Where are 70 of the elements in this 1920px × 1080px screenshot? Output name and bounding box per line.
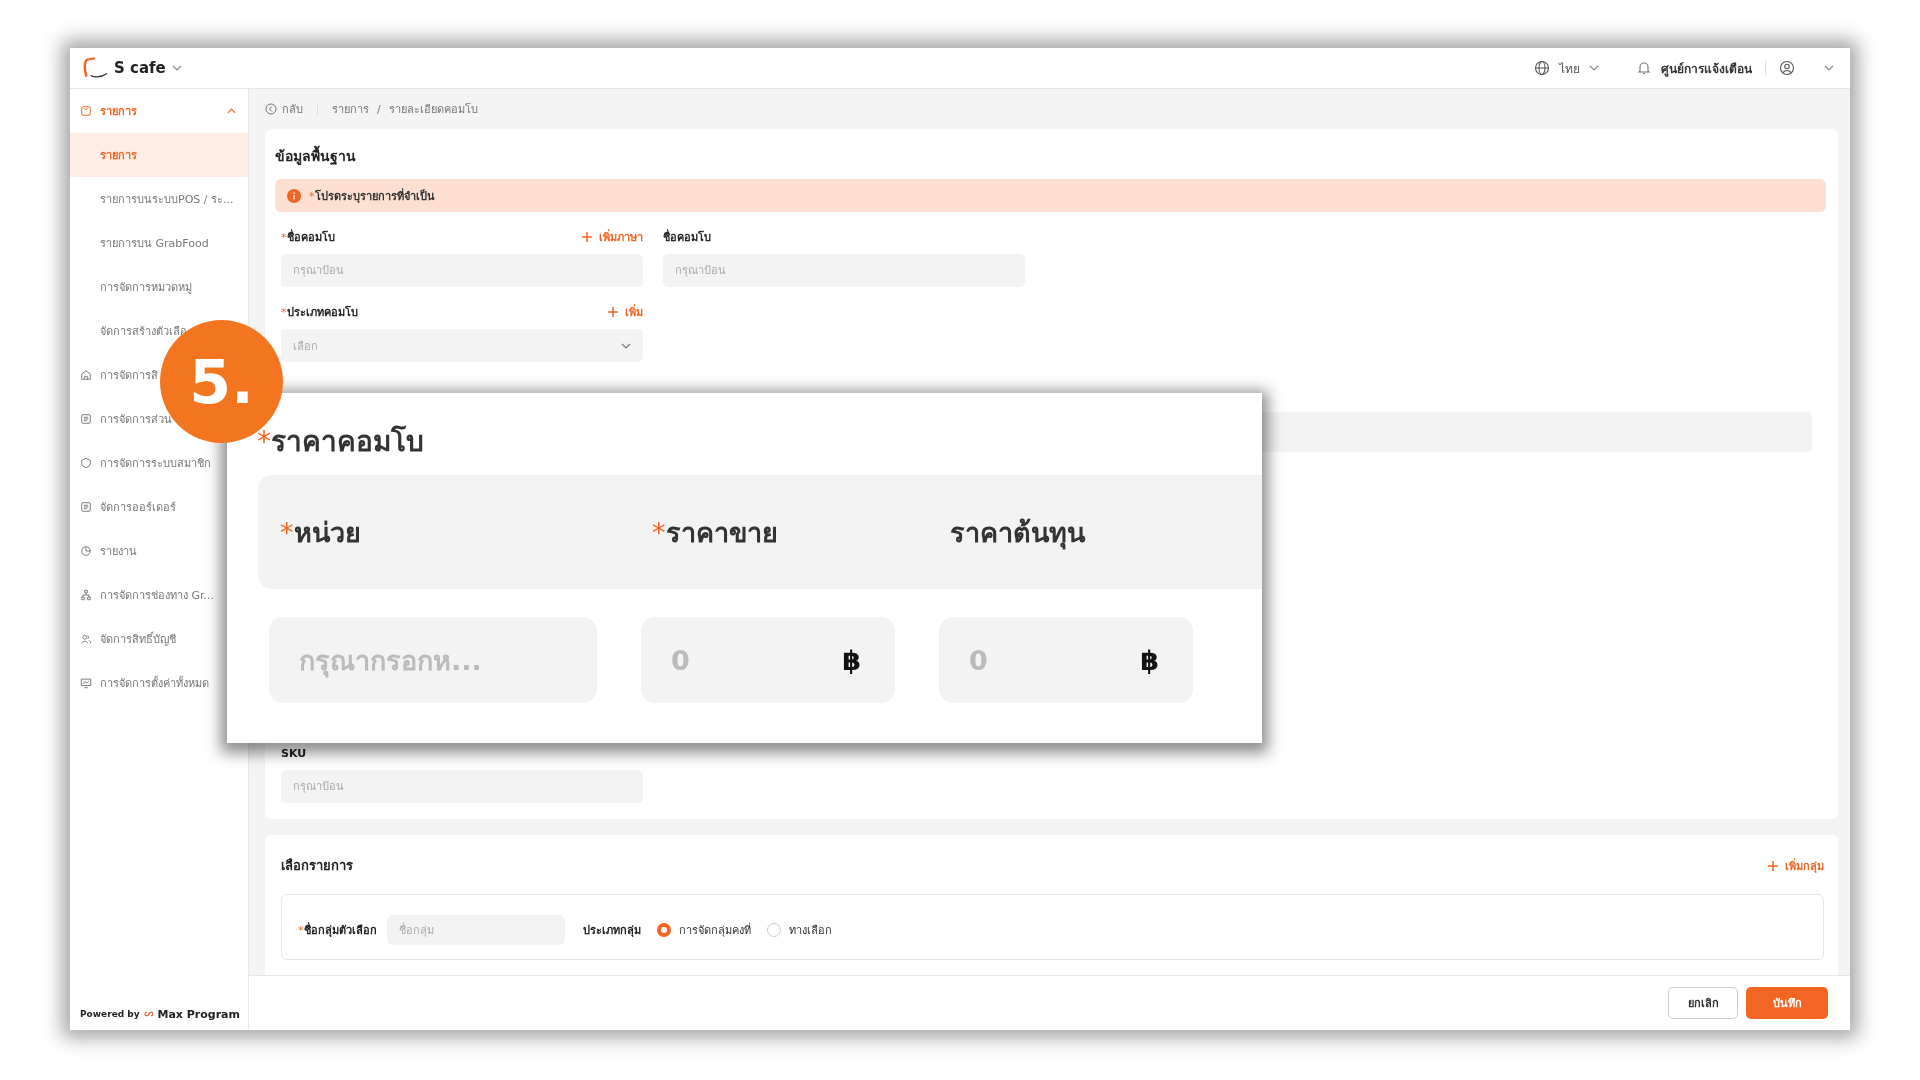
field-label: *ประเภทคอมโบ	[281, 304, 358, 321]
bell-icon[interactable]	[1636, 60, 1652, 76]
user-avatar-icon[interactable]	[1779, 60, 1795, 76]
clipboard-icon	[80, 501, 92, 513]
save-button[interactable]: บันทึก	[1746, 987, 1828, 1019]
cancel-button[interactable]: ยกเลิก	[1668, 987, 1738, 1019]
add-group-link[interactable]: เพิ่มกลุ่ม	[1767, 856, 1824, 875]
column-header: ราคาต้นทุน	[950, 515, 1085, 552]
add-language-link[interactable]: เพิ่มภาษา	[581, 228, 643, 246]
chevron-down-icon[interactable]	[171, 65, 182, 71]
sidebar-group[interactable]: รายการ	[70, 89, 248, 133]
sidebar-group[interactable]: จัดการออร์เดอร์	[70, 485, 248, 529]
column-header: *ราคาขาย	[652, 515, 779, 550]
shop-name[interactable]: S cafe	[114, 59, 166, 77]
section-title: เลือกรายการ	[281, 857, 353, 875]
chevron-down-icon	[621, 342, 631, 349]
input-field[interactable]: กรุณาป้อน	[281, 254, 643, 287]
logo-icon	[82, 57, 108, 79]
breadcrumb-item[interactable]: รายการ	[332, 100, 369, 118]
field-label: ประเภทกลุ่ม	[582, 923, 641, 939]
sidebar-item[interactable]: รายการบนระบบPOS / ระ...	[70, 177, 248, 221]
info-icon	[287, 188, 301, 203]
back-link[interactable]: กลับ	[265, 100, 303, 118]
brand-name: Max Program	[157, 1007, 240, 1021]
add-type-link[interactable]: เพิ่ม	[607, 303, 643, 321]
sidebar-item[interactable]: รายการบน GrabFood	[70, 221, 248, 265]
back-icon	[265, 103, 277, 115]
sidebar-group[interactable]: การจัดการระบบสมาชิก	[70, 441, 248, 485]
sidebar-group[interactable]: การจัดการตั้งค่าทั้งหมด	[70, 661, 248, 705]
house-icon	[80, 369, 92, 381]
language-selector[interactable]: ไทย	[1559, 58, 1580, 78]
sidebar-item[interactable]: รายการ	[70, 133, 248, 177]
users-icon	[80, 633, 92, 645]
monitor-icon	[80, 677, 92, 689]
breadcrumb-separator: /	[377, 102, 381, 116]
input-field[interactable]: 0 ฿	[641, 617, 895, 703]
section-title: ข้อมูลพื้นฐาน	[275, 145, 1826, 167]
plus-icon	[1767, 859, 1779, 872]
chevron-down-icon[interactable]	[1824, 65, 1834, 71]
input-field[interactable]: ชื่อกลุ่ม	[386, 915, 565, 945]
field-label: SKU	[281, 746, 307, 760]
alert-text: *โปรดระบุรายการที่จำเป็น	[309, 187, 435, 205]
network-icon	[80, 589, 92, 601]
radio-option[interactable]: ทางเลือก	[766, 921, 832, 939]
ticket-icon	[80, 413, 92, 425]
input-field[interactable]: กรุณาป้อน	[281, 770, 643, 803]
breadcrumb-item[interactable]: รายละเอียดคอมโบ	[388, 100, 478, 118]
notification-center-link[interactable]: ศูนย์การแจ้งเตือน	[1661, 58, 1752, 78]
input-field[interactable]: กรุณาป้อน	[663, 254, 1025, 287]
radio-button[interactable]	[766, 923, 781, 937]
clock-icon	[80, 545, 92, 557]
field-label: ชื่อคอมโบ	[663, 228, 711, 246]
field-label: *ชื่อคอมโบ	[281, 228, 335, 246]
sidebar-group[interactable]: รายงาน	[70, 529, 248, 573]
plus-icon	[581, 231, 593, 243]
radio-option[interactable]: การจัดกลุ่มคงที่	[656, 921, 751, 939]
chevron-down-icon[interactable]	[1589, 65, 1599, 71]
sidebar-group[interactable]: การจัดการช่องทาง Gr...	[70, 573, 248, 617]
powered-by-label: Powered by	[80, 1009, 140, 1019]
input-field[interactable]: 0 ฿	[939, 617, 1193, 703]
radio-button[interactable]	[656, 923, 671, 937]
currency-symbol: ฿	[1140, 644, 1159, 676]
plus-icon	[607, 306, 619, 318]
bag-icon	[80, 105, 92, 117]
globe-icon[interactable]	[1534, 60, 1550, 76]
sidebar-group[interactable]: จัดการสิทธิ์บัญชี	[70, 617, 248, 661]
field-label: *ชื่อกลุ่มตัวเลือก	[298, 921, 377, 939]
column-header: *หน่วย	[280, 515, 362, 550]
sidebar-item[interactable]: การจัดการหมวดหมู่	[70, 265, 248, 309]
currency-symbol: ฿	[842, 644, 861, 676]
